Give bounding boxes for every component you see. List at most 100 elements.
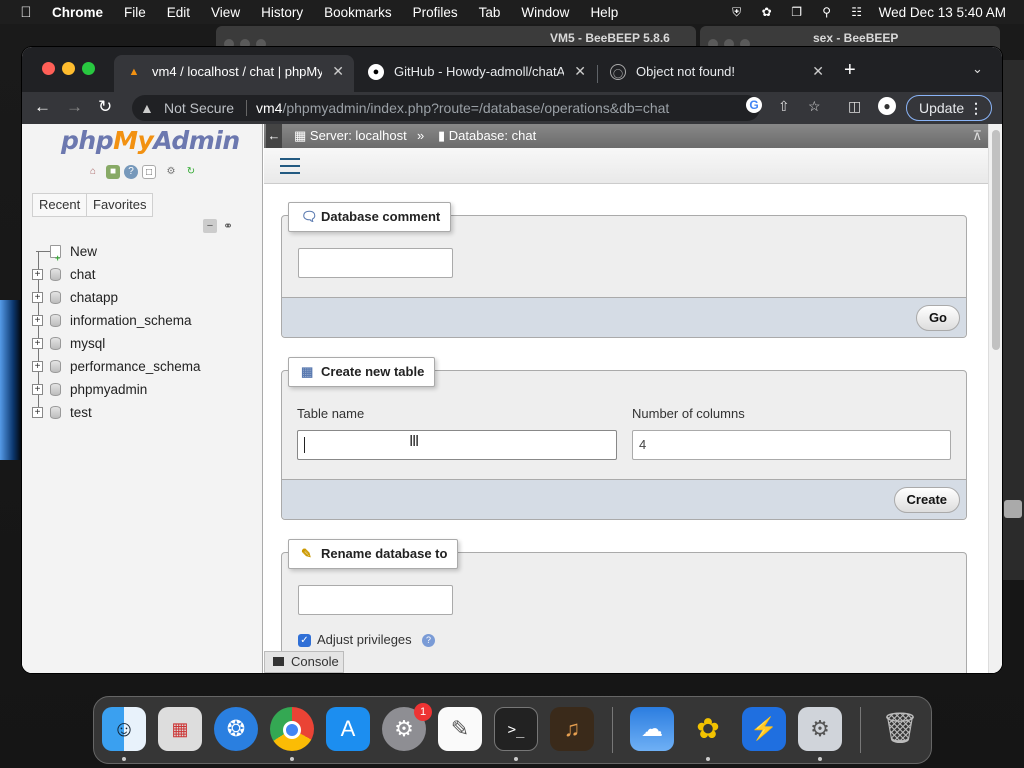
zoom-window-button[interactable]	[82, 62, 95, 75]
weather-dock-icon[interactable]: ☁	[630, 707, 674, 751]
menu-profiles[interactable]: Profiles	[413, 5, 458, 20]
launchpad-dock-icon[interactable]: ▦	[158, 707, 202, 751]
scrollbar-thumb[interactable]	[992, 130, 1000, 350]
apple-menu-icon[interactable]: 	[0, 4, 52, 21]
menubar-clock[interactable]: Wed Dec 13 5:40 AM	[879, 5, 1006, 20]
vpn-shield-icon[interactable]: ⛨	[729, 5, 745, 19]
app-store-dock-icon[interactable]: A	[326, 707, 370, 751]
menu-app-name[interactable]: Chrome	[52, 5, 103, 20]
home-icon[interactable]: ⌂	[86, 165, 100, 179]
address-bar[interactable]: ▲ Not Secure vm4/phpmyadmin/index.php?ro…	[132, 95, 760, 121]
expand-icon[interactable]: +	[32, 269, 43, 280]
more-menu-icon[interactable]: ⋮	[969, 96, 983, 120]
settings-dock-icon[interactable]: ⚙	[798, 707, 842, 751]
minimize-window-button[interactable]	[62, 62, 75, 75]
beebeep-dock-icon[interactable]: ✿	[686, 707, 730, 751]
rename-database-input[interactable]	[298, 585, 453, 615]
query-help-icon[interactable]: ?	[124, 165, 138, 179]
expand-icon[interactable]: +	[32, 315, 43, 326]
reload-button[interactable]: ↻	[98, 97, 112, 117]
adjust-privileges-label[interactable]: Adjust privileges	[317, 632, 412, 647]
safari-dock-icon[interactable]: ❂	[214, 707, 258, 751]
collapse-all-icon[interactable]: −	[203, 219, 217, 233]
tree-item-new[interactable]: New	[30, 240, 260, 270]
url-host: vm4	[256, 100, 283, 116]
reload-navigation-icon[interactable]: ↻	[184, 165, 198, 179]
expand-icon[interactable]: +	[32, 292, 43, 303]
adjust-privileges-checkbox[interactable]: ✓	[298, 634, 311, 647]
control-center-icon[interactable]: ☷	[849, 5, 865, 19]
tab-search-chevron-icon[interactable]: ⌄	[972, 61, 983, 77]
expand-icon[interactable]: +	[32, 338, 43, 349]
profile-avatar-icon[interactable]: ●	[878, 97, 896, 115]
url-text[interactable]: vm4/phpmyadmin/index.php?route=/database…	[256, 95, 669, 121]
database-icon	[50, 383, 61, 396]
vpn-shield-dock-icon[interactable]: ⚡	[742, 707, 786, 751]
hamburger-menu-icon[interactable]	[280, 158, 300, 179]
trash-dock-icon[interactable]: 🗑	[878, 707, 922, 751]
garageband-dock-icon[interactable]: ♫	[550, 707, 594, 751]
google-lens-icon[interactable]: G	[746, 97, 762, 113]
vertical-scrollbar[interactable]	[988, 124, 1002, 673]
settings-gear-icon[interactable]: ⚙	[164, 165, 178, 179]
help-info-icon[interactable]: ?	[422, 634, 435, 647]
close-window-button[interactable]	[42, 62, 55, 75]
back-button[interactable]: ←	[34, 97, 51, 117]
chrome-dock-icon[interactable]	[270, 707, 314, 751]
table-name-input[interactable]	[297, 430, 617, 460]
menu-file[interactable]: File	[124, 5, 146, 20]
terminal-dock-icon[interactable]: >_	[494, 707, 538, 751]
breadcrumb-server[interactable]: ▦ Server: localhost	[294, 124, 407, 148]
menu-tab[interactable]: Tab	[479, 5, 501, 20]
beebeep-tray-icon[interactable]: ✿	[759, 5, 775, 19]
tab-object-not-found[interactable]: ◯ Object not found! ✕	[598, 55, 834, 92]
tab-github[interactable]: ● GitHub - Howdy-admoll/chatAp ✕	[356, 55, 596, 92]
side-panel-icon[interactable]: ◫	[848, 98, 861, 115]
share-icon[interactable]: ⇧	[778, 98, 790, 115]
breadcrumb-database[interactable]: ▮ Database: chat	[438, 124, 536, 148]
tree-item-chat[interactable]: + chat	[30, 263, 260, 286]
menu-bookmarks[interactable]: Bookmarks	[324, 5, 392, 20]
spotlight-search-icon[interactable]: ⚲	[819, 5, 835, 19]
menu-window[interactable]: Window	[521, 5, 569, 20]
documentation-icon[interactable]: □	[142, 165, 156, 179]
display-icon[interactable]: ❐	[789, 5, 805, 19]
favorite-tables-button[interactable]: Favorites	[86, 193, 154, 217]
phpmyadmin-logo[interactable]: phpMyAdmin	[61, 126, 240, 155]
console-toggle[interactable]: Console	[264, 651, 344, 673]
menu-view[interactable]: View	[211, 5, 240, 20]
menu-help[interactable]: Help	[590, 5, 618, 20]
go-button[interactable]: Go	[915, 305, 960, 331]
logout-icon[interactable]: ■	[106, 165, 120, 179]
warning-triangle-icon[interactable]: ▲	[140, 95, 154, 121]
close-tab-icon[interactable]: ✕	[812, 55, 824, 88]
expand-icon[interactable]: +	[32, 361, 43, 372]
tree-item-test[interactable]: + test	[30, 401, 260, 424]
number-of-columns-input[interactable]: 4	[632, 430, 951, 460]
tree-item-information-schema[interactable]: + information_schema	[30, 309, 260, 332]
security-status[interactable]: Not Secure	[164, 95, 234, 121]
expand-icon[interactable]: +	[32, 384, 43, 395]
expand-icon[interactable]: +	[32, 407, 43, 418]
database-comment-input[interactable]	[298, 248, 453, 278]
close-tab-icon[interactable]: ✕	[574, 55, 586, 88]
new-tab-button[interactable]: +	[844, 59, 856, 81]
update-chrome-button[interactable]: Update ⋮	[906, 95, 992, 121]
tree-item-chatapp[interactable]: + chatapp	[30, 286, 260, 309]
tree-item-phpmyadmin[interactable]: + phpmyadmin	[30, 378, 260, 401]
menu-history[interactable]: History	[261, 5, 303, 20]
finder-dock-icon[interactable]: ☺	[102, 707, 146, 751]
menu-edit[interactable]: Edit	[167, 5, 190, 20]
tree-item-mysql[interactable]: + mysql	[30, 332, 260, 355]
link-with-main-panel-icon[interactable]: ⚭	[223, 219, 233, 233]
tree-item-performance-schema[interactable]: + performance_schema	[30, 355, 260, 378]
textedit-dock-icon[interactable]: ✎	[438, 707, 482, 751]
tab-phpmyadmin[interactable]: ▲ vm4 / localhost / chat | phpMyA ✕	[114, 55, 354, 92]
bookmark-star-icon[interactable]: ☆	[808, 98, 821, 115]
maximize-icon[interactable]: ⊼	[972, 124, 982, 148]
close-tab-icon[interactable]: ✕	[332, 55, 344, 88]
recent-tables-button[interactable]: Recent	[32, 193, 88, 217]
create-button[interactable]: Create	[893, 487, 960, 513]
forward-button[interactable]: →	[66, 97, 83, 117]
collapse-navigation-arrow-icon[interactable]: ←	[266, 124, 282, 148]
